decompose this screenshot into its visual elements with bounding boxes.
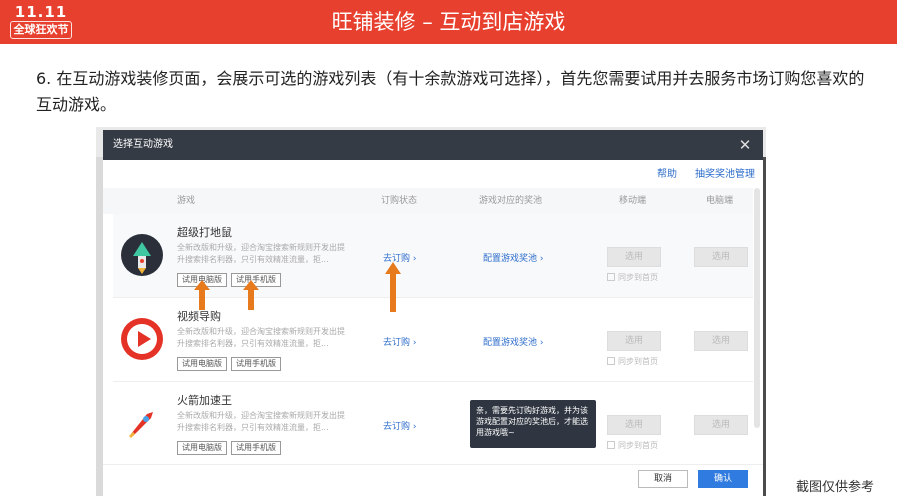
game-name: 火箭加速王	[177, 394, 232, 407]
instruction-text: 6. 在互动游戏装修页面，会展示可选的游戏列表（有十余款游戏可选择），首先您需要…	[36, 69, 865, 114]
game-row-video-shopping: 视频导购 全新改版和升级，迎合淘宝搜索新规则开发出提升搜索排名利器，只引有效精准…	[113, 298, 753, 382]
try-pc-button[interactable]: 试用电脑版	[177, 357, 227, 371]
game-name: 超级打地鼠	[177, 226, 232, 239]
game-description: 全新改版和升级，迎合淘宝搜索新规则开发出提升搜索排名利器，只引有效精准流量，拒.…	[177, 243, 345, 264]
subscribe-link[interactable]: 去订购 ›	[383, 335, 416, 348]
try-pc-button[interactable]: 试用电脑版	[177, 441, 227, 455]
column-header-subscription: 订购状态	[381, 196, 418, 206]
sync-homepage-checkbox[interactable]: 同步到首页	[607, 440, 658, 451]
checkbox-icon	[607, 441, 615, 449]
rocket-launch-icon	[121, 402, 163, 444]
use-pc-button[interactable]: 选用	[694, 415, 748, 435]
try-mobile-button[interactable]: 试用手机版	[231, 357, 281, 371]
dialog-footer: 取消 确认	[103, 464, 763, 496]
column-header-game: 游戏	[177, 196, 196, 206]
configure-prize-pool-link[interactable]: 配置游戏奖池 ›	[483, 251, 543, 264]
dialog-title: 选择互动游戏	[113, 139, 173, 150]
arrow-up-icon	[385, 262, 401, 312]
arrow-up-icon	[243, 280, 259, 310]
screenshot-caption: 截图仅供参考	[796, 480, 875, 495]
use-mobile-button[interactable]: 选用	[607, 247, 661, 267]
sync-label: 同步到首页	[618, 357, 658, 366]
sync-homepage-checkbox[interactable]: 同步到首页	[607, 356, 658, 367]
page-title: 旺铺装修 – 互动到店游戏	[331, 10, 566, 34]
use-mobile-button[interactable]: 选用	[607, 331, 661, 351]
select-game-dialog: 选择互动游戏 ✕ 帮助 抽奖奖池管理 游戏 订购状态 游戏对应的奖池 移动端 电脑…	[103, 130, 763, 496]
subscribe-tooltip: 亲，需要先订购好游戏，并为该游戏配置对应的奖池后，才能选用游戏哦~	[470, 400, 596, 448]
game-description: 全新改版和升级，迎合淘宝搜索新规则开发出提升搜索排名利器，只引有效精准流量，拒.…	[177, 411, 345, 432]
column-header-prize-pool: 游戏对应的奖池	[479, 196, 543, 206]
sync-homepage-checkbox[interactable]: 同步到首页	[607, 272, 658, 283]
use-pc-button[interactable]: 选用	[694, 247, 748, 267]
game-name: 视频导购	[177, 310, 221, 323]
game-list: 超级打地鼠 全新改版和升级，迎合淘宝搜索新规则开发出提升搜索排名利器，只引有效精…	[103, 214, 753, 496]
list-scrollbar[interactable]	[754, 188, 760, 428]
use-pc-button[interactable]: 选用	[694, 331, 748, 351]
subscribe-link[interactable]: 去订购 ›	[383, 419, 416, 432]
use-mobile-button[interactable]: 选用	[607, 415, 661, 435]
cancel-button[interactable]: 取消	[638, 470, 688, 488]
page-header: 11.11 全球狂欢节 旺铺装修 – 互动到店游戏	[0, 0, 897, 44]
sync-label: 同步到首页	[618, 441, 658, 450]
prize-pool-manage-link[interactable]: 抽奖奖池管理	[695, 169, 755, 180]
embedded-screenshot: 选择互动游戏 ✕ 帮助 抽奖奖池管理 游戏 订购状态 游戏对应的奖池 移动端 电脑…	[96, 127, 766, 496]
play-game-icon	[121, 318, 163, 360]
close-icon[interactable]: ✕	[733, 133, 757, 157]
table-header: 游戏 订购状态 游戏对应的奖池 移动端 电脑端	[103, 188, 753, 214]
configure-prize-pool-link[interactable]: 配置游戏奖池 ›	[483, 335, 543, 348]
checkbox-icon	[607, 273, 615, 281]
confirm-button[interactable]: 确认	[698, 470, 748, 488]
dialog-links: 帮助 抽奖奖池管理	[639, 165, 755, 180]
help-link[interactable]: 帮助	[657, 169, 677, 180]
column-header-mobile: 移动端	[619, 196, 647, 206]
try-mobile-button[interactable]: 试用手机版	[231, 441, 281, 455]
sync-label: 同步到首页	[618, 273, 658, 282]
dialog-header: 选择互动游戏 ✕	[103, 130, 763, 160]
game-description: 全新改版和升级，迎合淘宝搜索新规则开发出提升搜索排名利器，只引有效精准流量，拒.…	[177, 327, 345, 348]
column-header-pc: 电脑端	[706, 196, 734, 206]
arrow-up-icon	[194, 280, 210, 310]
game-row-rocket-speed: 火箭加速王 全新改版和升级，迎合淘宝搜索新规则开发出提升搜索排名利器，只引有效精…	[113, 382, 753, 466]
checkbox-icon	[607, 357, 615, 365]
rocket-game-icon	[121, 234, 163, 276]
